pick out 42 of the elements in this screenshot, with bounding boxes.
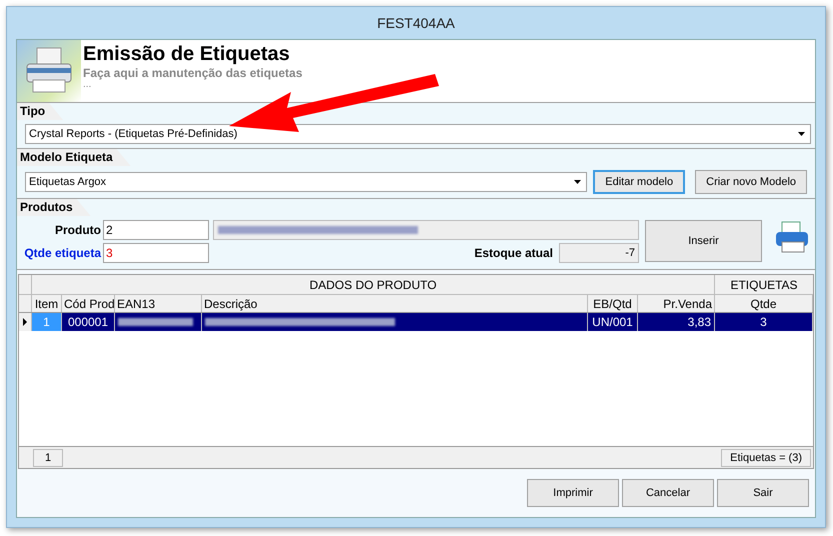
column-header[interactable]: Pr.Venda <box>638 295 715 312</box>
header-subtitle: Faça aqui a manutenção das etiquetas <box>83 66 302 80</box>
dropdown-arrow-icon <box>574 180 582 184</box>
model-button[interactable]: Editar modelo <box>593 170 686 194</box>
estoque-field: -7 <box>559 243 639 263</box>
table-cell-text: UN/001 <box>592 314 633 331</box>
column-header[interactable]: Cód Prod <box>62 295 115 312</box>
model-button[interactable]: Criar novo Modelo <box>695 170 807 194</box>
section-label: Modelo Etiqueta <box>17 149 131 166</box>
group-header: ETIQUETAS <box>729 277 799 294</box>
action-button[interactable]: Sair <box>717 479 809 507</box>
insert-button[interactable]: Inserir <box>645 220 762 262</box>
table-cell-text: 1 <box>43 314 50 331</box>
qtde-field[interactable]: 3 <box>103 243 209 263</box>
produto-field[interactable]: 2 <box>103 220 209 240</box>
tipo-dropdown[interactable]: Crystal Reports - (Etiquetas Pré-Definidas) <box>25 124 811 144</box>
column-header[interactable]: Descrição <box>202 295 588 312</box>
printer-icon[interactable] <box>774 220 810 254</box>
section-label: Produtos <box>17 199 91 216</box>
window-title: FEST404AA <box>377 14 455 32</box>
header-title: Emissão de Etiquetas <box>83 42 291 66</box>
action-button[interactable]: Cancelar <box>622 479 714 507</box>
action-button[interactable]: Imprimir <box>527 479 619 507</box>
record-count: 1 <box>33 448 63 466</box>
field-label: Produto <box>54 222 101 239</box>
modelo-dropdown[interactable]: Etiquetas Argox <box>25 172 588 192</box>
table-cell-text: 000001 <box>68 314 108 331</box>
column-header[interactable]: EAN13 <box>115 295 202 312</box>
column-header[interactable]: Item <box>32 295 62 312</box>
grid-row[interactable]: 1 000001 UN/001 3,83 3 <box>19 313 813 331</box>
column-header[interactable]: EB/Qtd <box>588 295 638 312</box>
section-label: Tipo <box>17 103 64 120</box>
table-cell-text: 3,83 <box>688 314 711 331</box>
field-label: Qtde etiqueta <box>23 245 101 262</box>
group-header: DADOS DO PRODUTO <box>32 275 715 294</box>
header-ellipsis: ... <box>83 80 92 90</box>
row-pointer-icon <box>23 318 27 326</box>
table-cell-text: 3 <box>760 314 767 331</box>
column-header[interactable]: Qtde <box>715 295 813 312</box>
total-label: Etiquetas = (3) <box>721 448 811 466</box>
dropdown-arrow-icon <box>798 132 805 136</box>
field-label: Estoque atual <box>474 245 553 262</box>
